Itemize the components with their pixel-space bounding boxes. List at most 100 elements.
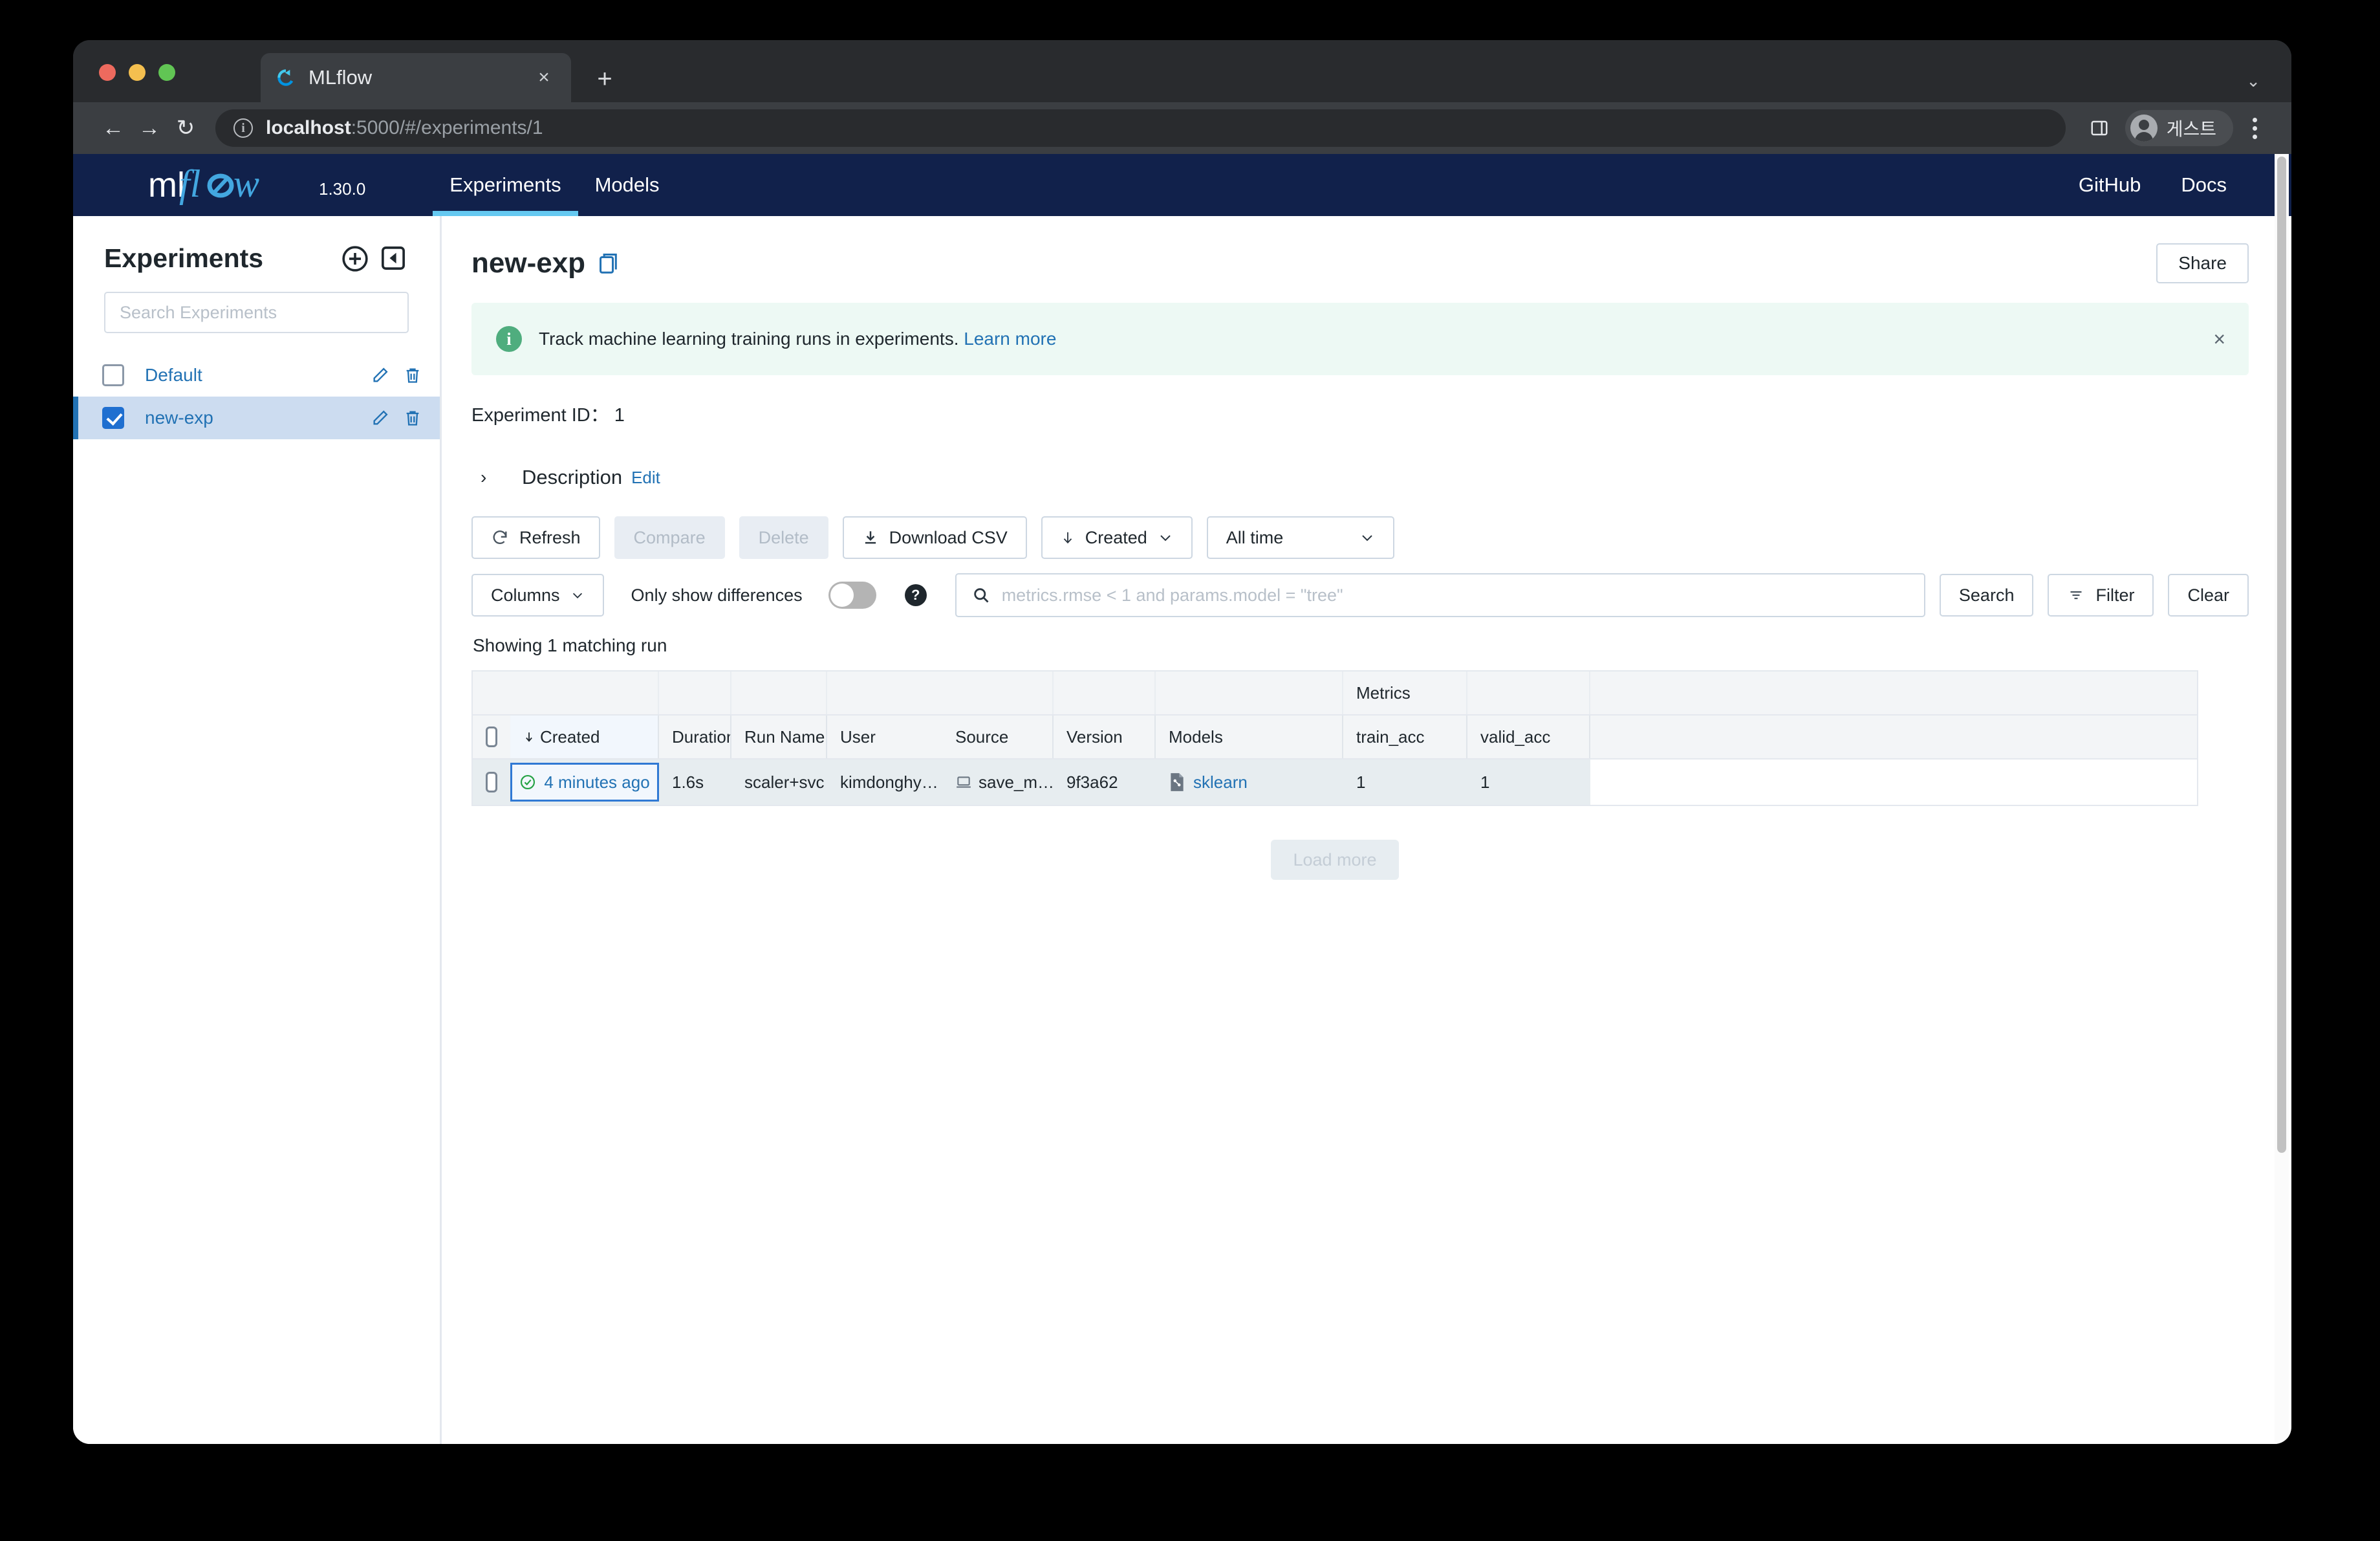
mlflow-version: 1.30.0: [319, 179, 366, 199]
column-header-created[interactable]: Created: [510, 716, 659, 758]
description-edit-link[interactable]: Edit: [631, 468, 660, 488]
browser-tab[interactable]: MLflow ×: [261, 53, 571, 102]
column-header-version[interactable]: Version: [1054, 716, 1156, 758]
load-more-button[interactable]: Load more: [1271, 840, 1399, 880]
created-cell-pill[interactable]: 4 minutes ago: [510, 763, 659, 802]
column-header-duration[interactable]: Duration: [659, 716, 731, 758]
github-link[interactable]: GitHub: [2079, 173, 2141, 197]
nav-item-models[interactable]: Models: [578, 154, 676, 216]
close-tab-button[interactable]: ×: [531, 65, 557, 91]
cell-spacer: [1590, 760, 2197, 805]
close-window-button[interactable]: [99, 64, 116, 81]
columns-button[interactable]: Columns: [471, 574, 604, 617]
mlflow-logo[interactable]: ml fl w 1.30.0: [148, 164, 365, 206]
compare-button[interactable]: Compare: [614, 516, 725, 559]
download-csv-button[interactable]: Download CSV: [842, 516, 1027, 559]
banner-text: Track machine learning training runs in …: [539, 329, 1056, 349]
search-input[interactable]: [1001, 585, 1909, 606]
search-experiments-input[interactable]: [104, 292, 409, 333]
column-header-valid-acc[interactable]: valid_acc: [1467, 716, 1590, 758]
experiment-checkbox[interactable]: [102, 364, 124, 386]
window-controls: [99, 64, 175, 81]
maximize-window-button[interactable]: [158, 64, 175, 81]
sidebar-item-new-exp[interactable]: new-exp: [73, 397, 440, 439]
page-scrollbar[interactable]: [2275, 154, 2289, 1444]
site-info-icon[interactable]: i: [233, 118, 253, 138]
column-header-models[interactable]: Models: [1156, 716, 1343, 758]
profile-button[interactable]: 게스트: [2125, 110, 2233, 146]
question-mark-icon[interactable]: ?: [904, 584, 927, 606]
run-search-field[interactable]: [955, 573, 1925, 617]
pencil-icon[interactable]: [371, 366, 389, 384]
row-select-checkbox-cell[interactable]: [473, 760, 510, 805]
plus-circle-icon[interactable]: [340, 244, 370, 274]
column-header-label: Created: [540, 727, 600, 747]
only-show-differences-toggle[interactable]: [828, 582, 876, 609]
group-header-blank: [1054, 672, 1156, 714]
learn-more-link[interactable]: Learn more: [964, 329, 1056, 349]
share-button[interactable]: Share: [2156, 243, 2249, 283]
row-select-checkbox[interactable]: [486, 772, 497, 792]
banner-message: Track machine learning training runs in …: [539, 329, 959, 349]
scrollbar-thumb[interactable]: [2277, 157, 2286, 1153]
search-button[interactable]: Search: [1939, 574, 2034, 617]
kebab-menu-icon[interactable]: [2240, 111, 2269, 145]
refresh-button[interactable]: Refresh: [471, 516, 600, 559]
back-button[interactable]: ←: [95, 110, 131, 146]
svg-text:fl: fl: [179, 164, 200, 205]
pencil-icon[interactable]: [371, 409, 389, 427]
runs-table: Metrics Created Duration Run Name User S…: [471, 670, 2198, 806]
select-all-checkbox[interactable]: [486, 727, 497, 747]
side-panel-icon[interactable]: [2082, 111, 2116, 145]
experiment-name[interactable]: Default: [145, 365, 371, 386]
clear-button[interactable]: Clear: [2168, 574, 2249, 617]
models-link[interactable]: sklearn: [1193, 772, 1248, 792]
nav-item-experiments[interactable]: Experiments: [433, 154, 578, 216]
tab-title: MLflow: [308, 66, 373, 89]
person-icon: [2130, 115, 2158, 142]
load-more-wrap: Load more: [471, 840, 2198, 880]
column-header-run-name[interactable]: Run Name: [731, 716, 827, 758]
sidebar-item-default[interactable]: Default: [73, 354, 440, 397]
description-section: › Description Edit: [471, 466, 2249, 489]
experiment-checkbox[interactable]: [102, 407, 124, 429]
column-header-source[interactable]: Source: [942, 716, 1054, 758]
copy-icon[interactable]: [597, 251, 622, 276]
docs-link[interactable]: Docs: [2181, 173, 2227, 197]
select-all-checkbox-cell[interactable]: [473, 716, 510, 758]
address-url-host: localhost: [266, 117, 351, 138]
only-show-differences-label: Only show differences: [631, 585, 803, 605]
new-tab-button[interactable]: +: [590, 66, 619, 94]
forward-button[interactable]: →: [131, 110, 168, 146]
trash-icon[interactable]: [404, 366, 422, 384]
column-header-user[interactable]: User: [827, 716, 942, 758]
experiment-row-actions: [371, 409, 422, 427]
created-value: 4 minutes ago: [544, 772, 650, 792]
cell-created[interactable]: 4 minutes ago: [510, 760, 659, 805]
close-icon[interactable]: ×: [2213, 327, 2225, 351]
cell-run-name: scaler+svc: [744, 772, 825, 792]
delete-button[interactable]: Delete: [739, 516, 828, 559]
minimize-window-button[interactable]: [129, 64, 146, 81]
experiment-title-row: new-exp Share: [471, 243, 2249, 283]
svg-text:w: w: [233, 164, 259, 205]
arrow-down-icon: [1063, 532, 1072, 544]
sort-by-button[interactable]: Created: [1041, 516, 1193, 559]
time-filter-button[interactable]: All time: [1206, 516, 1394, 559]
mlflow-header: ml fl w 1.30.0 Experiments Models GitHub…: [73, 154, 2291, 216]
download-icon: [865, 531, 876, 544]
trash-icon[interactable]: [404, 409, 422, 427]
tab-list-chevron-icon[interactable]: ⌄: [2246, 71, 2260, 91]
collapse-panel-icon[interactable]: [379, 244, 409, 274]
experiment-name[interactable]: new-exp: [145, 408, 371, 428]
group-header-blank: [731, 672, 827, 714]
column-header-train-acc[interactable]: train_acc: [1343, 716, 1467, 758]
filter-button[interactable]: Filter: [2048, 574, 2154, 617]
address-input[interactable]: i localhost:5000/#/experiments/1: [215, 109, 2066, 147]
address-url: localhost:5000/#/experiments/1: [266, 117, 543, 139]
cell-user: kimdonghy…: [840, 772, 938, 792]
chevron-right-icon[interactable]: ›: [481, 467, 503, 488]
reload-button[interactable]: ↻: [168, 110, 204, 146]
table-row[interactable]: 4 minutes ago 1.6s scaler+svc kimdonghy……: [473, 760, 2197, 806]
sort-by-label: Created: [1085, 527, 1147, 547]
